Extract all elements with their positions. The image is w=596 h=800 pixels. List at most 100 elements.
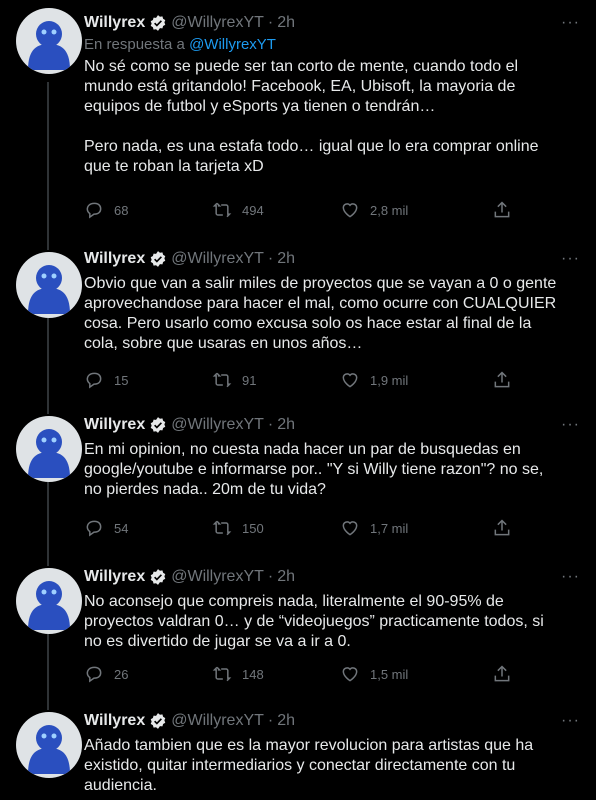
avatar[interactable]	[16, 712, 82, 778]
like-count: 1,9 mil	[370, 372, 409, 388]
display-name[interactable]: Willyrex	[84, 712, 145, 730]
user-handle[interactable]: @WillyrexYT	[171, 712, 264, 730]
verified-badge-icon	[150, 251, 166, 267]
reply-count: 54	[114, 520, 129, 536]
user-handle[interactable]: @WillyrexYT	[171, 250, 264, 268]
display-name[interactable]: Willyrex	[84, 568, 145, 586]
tweet-5[interactable]: Willyrex @WillyrexYT · 2h ··· Añado tamb…	[0, 702, 596, 800]
user-handle[interactable]: @WillyrexYT	[171, 568, 264, 586]
retweet-count: 91	[242, 372, 257, 388]
share-icon	[494, 371, 510, 388]
like-count: 1,7 mil	[370, 520, 409, 536]
tweet-4[interactable]: Willyrex @WillyrexYT · 2h ··· No aconsej…	[0, 558, 596, 702]
timestamp[interactable]: 2h	[277, 14, 295, 32]
verified-badge-icon	[150, 417, 166, 433]
like-count: 2,8 mil	[370, 202, 409, 218]
like-button[interactable]: 1,5 mil	[340, 664, 468, 684]
tweet-thread: Willyrex @WillyrexYT · 2h ··· En respues…	[0, 0, 596, 800]
thread-connector	[47, 482, 49, 558]
like-button[interactable]: 2,8 mil	[340, 200, 468, 220]
share-icon	[494, 201, 510, 218]
tweet-2[interactable]: Willyrex @WillyrexYT · 2h ··· Obvio que …	[0, 242, 596, 406]
action-bar: 26 148 1,5 mil	[84, 664, 596, 684]
reply-icon	[86, 372, 102, 389]
reply-icon	[86, 520, 102, 537]
reply-prefix: En respuesta a	[84, 36, 190, 53]
action-bar: 15 91 1,9 mil	[84, 370, 596, 390]
heart-icon	[342, 521, 358, 536]
reply-button[interactable]: 26	[84, 664, 212, 684]
share-button[interactable]	[492, 518, 522, 538]
retweet-icon	[212, 372, 232, 388]
thread-connector	[47, 702, 49, 710]
more-options-icon[interactable]: ···	[561, 14, 580, 32]
tweet-text: Obvio que van a salir miles de proyectos…	[84, 275, 557, 352]
tweet-header: Willyrex @WillyrexYT · 2h	[84, 566, 580, 588]
thread-connector	[47, 634, 49, 702]
separator-dot: ·	[267, 416, 274, 433]
separator-dot: ·	[267, 250, 274, 267]
reply-count: 15	[114, 372, 129, 388]
timestamp[interactable]: 2h	[277, 250, 295, 268]
share-icon	[494, 519, 510, 536]
more-options-icon[interactable]: ···	[561, 250, 580, 268]
separator-dot: ·	[267, 568, 274, 585]
tweet-3[interactable]: Willyrex @WillyrexYT · 2h ··· En mi opin…	[0, 406, 596, 558]
like-count: 1,5 mil	[370, 666, 409, 682]
more-options-icon[interactable]: ···	[561, 712, 580, 730]
heart-icon	[342, 203, 358, 218]
share-button[interactable]	[492, 664, 522, 684]
like-button[interactable]: 1,9 mil	[340, 370, 468, 390]
tweet-header: Willyrex @WillyrexYT · 2h	[84, 12, 580, 34]
display-name[interactable]: Willyrex	[84, 416, 145, 434]
share-button[interactable]	[492, 200, 522, 220]
timestamp[interactable]: 2h	[277, 568, 295, 586]
tweet-text: En mi opinion, no cuesta nada hacer un p…	[84, 441, 544, 498]
display-name[interactable]: Willyrex	[84, 14, 145, 32]
avatar[interactable]	[16, 252, 82, 318]
separator-dot: ·	[267, 712, 274, 729]
tweet-header: Willyrex @WillyrexYT · 2h	[84, 414, 580, 436]
reply-icon	[86, 202, 102, 219]
verified-badge-icon	[150, 713, 166, 729]
user-handle[interactable]: @WillyrexYT	[171, 14, 264, 32]
action-bar: 54 150 1,7 mil	[84, 518, 596, 538]
retweet-button[interactable]: 91	[212, 370, 340, 390]
separator-dot: ·	[267, 14, 274, 31]
action-bar: 68 494 2,8 mil	[84, 200, 596, 220]
thread-connector	[47, 82, 49, 242]
display-name[interactable]: Willyrex	[84, 250, 145, 268]
retweet-button[interactable]: 148	[212, 664, 340, 684]
retweet-count: 494	[242, 202, 264, 218]
avatar[interactable]	[16, 416, 82, 482]
reply-button[interactable]: 54	[84, 518, 212, 538]
retweet-icon	[212, 202, 232, 218]
heart-icon	[342, 667, 358, 682]
tweet-text: Añado tambien que es la mayor revolucion…	[84, 737, 534, 794]
tweet-text: No aconsejo que compreis nada, literalme…	[84, 593, 544, 650]
share-button[interactable]	[492, 370, 522, 390]
retweet-count: 150	[242, 520, 264, 536]
reply-count: 26	[114, 666, 129, 682]
reply-count: 68	[114, 202, 129, 218]
tweet-header: Willyrex @WillyrexYT · 2h	[84, 248, 580, 270]
tweet-text: No sé como se puede ser tan corto de men…	[84, 58, 539, 175]
retweet-button[interactable]: 494	[212, 200, 340, 220]
timestamp[interactable]: 2h	[277, 712, 295, 730]
more-options-icon[interactable]: ···	[561, 568, 580, 586]
avatar[interactable]	[16, 8, 82, 74]
heart-icon	[342, 373, 358, 388]
like-button[interactable]: 1,7 mil	[340, 518, 468, 538]
avatar[interactable]	[16, 568, 82, 634]
reply-button[interactable]: 68	[84, 200, 212, 220]
retweet-button[interactable]: 150	[212, 518, 340, 538]
tweet-1[interactable]: Willyrex @WillyrexYT · 2h ··· En respues…	[0, 0, 596, 242]
timestamp[interactable]: 2h	[277, 416, 295, 434]
retweet-icon	[212, 520, 232, 536]
reply-context: En respuesta a @WillyrexYT	[84, 36, 580, 53]
user-handle[interactable]: @WillyrexYT	[171, 416, 264, 434]
share-icon	[494, 665, 510, 682]
reply-button[interactable]: 15	[84, 370, 212, 390]
more-options-icon[interactable]: ···	[561, 416, 580, 434]
reply-handle-link[interactable]: @WillyrexYT	[189, 36, 276, 53]
